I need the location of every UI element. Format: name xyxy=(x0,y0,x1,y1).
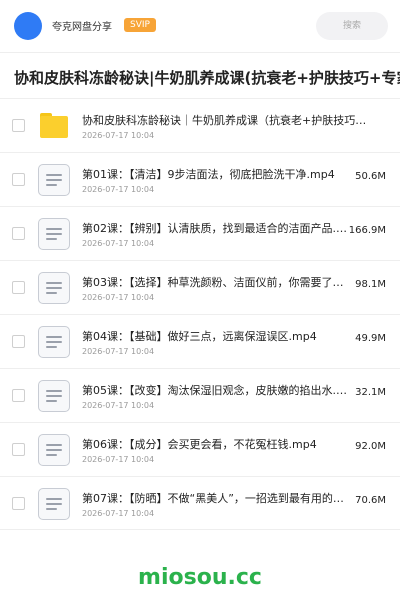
document-icon xyxy=(38,488,70,520)
user-name: 夸克网盘分享 xyxy=(52,22,112,33)
file-name: 第06课：【成分】会买更会看，不花冤枉钱.mp4 xyxy=(82,438,317,451)
file-date: 2026-07-17 10:04 xyxy=(82,239,155,248)
row-checkbox[interactable] xyxy=(12,497,25,510)
file-size: 70.6M xyxy=(355,495,386,506)
file-size: 50.6M xyxy=(355,171,386,182)
file-name: 第03课：【选择】种草洗颜粉、洁面仪前，你需要了解这些.mp4 xyxy=(82,276,350,289)
document-icon xyxy=(38,218,70,250)
svip-badge: SVIP xyxy=(124,18,156,32)
file-date: 2026-07-17 10:04 xyxy=(82,347,155,356)
header: 夸克网盘分享 SVIP 搜索 xyxy=(0,0,400,52)
row-checkbox[interactable] xyxy=(12,281,25,294)
file-list: 协和皮肤科冻龄秘诀｜牛奶肌养成课（抗衰老+护肤技巧+专家 2026-07-17 … xyxy=(0,98,400,530)
row-checkbox[interactable] xyxy=(12,173,25,186)
file-size: 49.9M xyxy=(355,333,386,344)
document-icon xyxy=(38,326,70,358)
file-size: 32.1M xyxy=(355,387,386,398)
row-checkbox[interactable] xyxy=(12,119,25,132)
list-item[interactable]: 第02课：【辨别】认清肤质，找到最适合的洁面产品.mp4 2026-07-17 … xyxy=(0,206,400,260)
file-date: 2026-07-17 10:04 xyxy=(82,185,155,194)
document-icon xyxy=(38,164,70,196)
file-name: 第01课：【清洁】9步洁面法，彻底把脸洗干净.mp4 xyxy=(82,168,335,181)
file-name: 第04课：【基础】做好三点，远离保湿误区.mp4 xyxy=(82,330,317,343)
row-checkbox[interactable] xyxy=(12,335,25,348)
title-bar: 协和皮肤科冻龄秘诀|牛奶肌养成课(抗衰老+护肤技巧+专家 xyxy=(0,52,400,98)
document-icon xyxy=(38,272,70,304)
list-item[interactable]: 协和皮肤科冻龄秘诀｜牛奶肌养成课（抗衰老+护肤技巧+专家 2026-07-17 … xyxy=(0,98,400,152)
row-checkbox[interactable] xyxy=(12,389,25,402)
avatar[interactable] xyxy=(14,12,42,40)
row-checkbox[interactable] xyxy=(12,443,25,456)
file-size: 92.0M xyxy=(355,441,386,452)
file-name: 第02课：【辨别】认清肤质，找到最适合的洁面产品.mp4 xyxy=(82,222,350,235)
document-icon xyxy=(38,434,70,466)
list-item[interactable]: 第05课：【改变】淘汰保湿旧观念，皮肤嫩的掐出水.mp4 2026-07-17 … xyxy=(0,368,400,422)
file-date: 2026-07-17 10:04 xyxy=(82,509,155,518)
search-input[interactable]: 搜索 xyxy=(316,12,388,40)
file-name: 协和皮肤科冻龄秘诀｜牛奶肌养成课（抗衰老+护肤技巧+专家 xyxy=(82,114,367,127)
file-name: 第07课：【防晒】不做“黑美人”，一招选到最有用的防晒.mp4 xyxy=(82,492,350,505)
file-date: 2026-07-17 10:04 xyxy=(82,293,155,302)
folder-icon xyxy=(38,110,70,142)
file-date: 2026-07-17 10:04 xyxy=(82,455,155,464)
document-icon xyxy=(38,380,70,412)
watermark: miosou.cc xyxy=(138,565,262,590)
file-date: 2026-07-17 10:04 xyxy=(82,401,155,410)
list-item[interactable]: 第06课：【成分】会买更会看，不花冤枉钱.mp4 2026-07-17 10:0… xyxy=(0,422,400,476)
list-item[interactable]: 第04课：【基础】做好三点，远离保湿误区.mp4 2026-07-17 10:0… xyxy=(0,314,400,368)
file-name: 第05课：【改变】淘汰保湿旧观念，皮肤嫩的掐出水.mp4 xyxy=(82,384,350,397)
file-size: 98.1M xyxy=(355,279,386,290)
list-item[interactable]: 第03课：【选择】种草洗颜粉、洁面仪前，你需要了解这些.mp4 2026-07-… xyxy=(0,260,400,314)
row-checkbox[interactable] xyxy=(12,227,25,240)
file-size: 166.9M xyxy=(348,225,386,236)
list-item[interactable]: 第07课：【防晒】不做“黑美人”，一招选到最有用的防晒.mp4 2026-07-… xyxy=(0,476,400,530)
page-title: 协和皮肤科冻龄秘诀|牛奶肌养成课(抗衰老+护肤技巧+专家 xyxy=(14,69,400,87)
list-item[interactable]: 第01课：【清洁】9步洁面法，彻底把脸洗干净.mp4 2026-07-17 10… xyxy=(0,152,400,206)
file-date: 2026-07-17 10:04 xyxy=(82,131,155,140)
